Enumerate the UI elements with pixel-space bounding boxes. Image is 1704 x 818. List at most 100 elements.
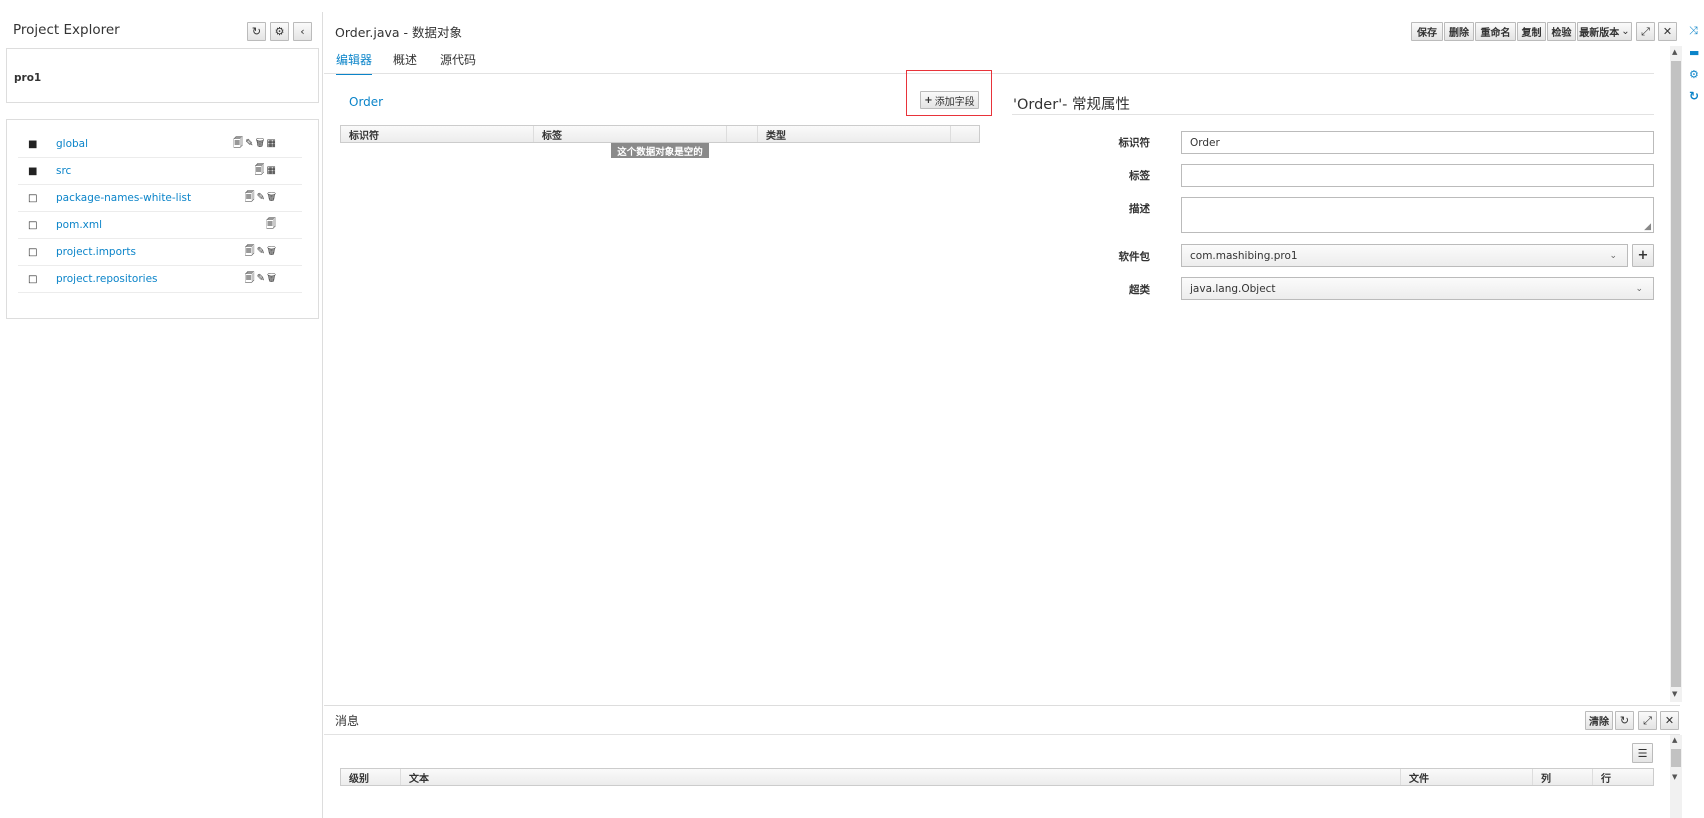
folder-icon: ■ xyxy=(28,138,38,150)
label-input[interactable] xyxy=(1181,164,1654,187)
expand-icon: ⤢ xyxy=(1641,24,1650,38)
explorer-collapse-button[interactable]: ‹ xyxy=(293,22,312,41)
project-name[interactable]: pro1 xyxy=(14,72,41,84)
package-value: com.mashibing.pro1 xyxy=(1190,249,1298,262)
expand-icon: ⤢ xyxy=(1643,713,1652,727)
latest-version-label: 最新版本 xyxy=(1579,28,1620,39)
package-select[interactable]: com.mashibing.pro1 ⌄ xyxy=(1181,244,1628,267)
column-text[interactable]: 文本 xyxy=(401,769,1401,785)
sync-icon[interactable]: ↻ xyxy=(1689,89,1699,103)
column-label[interactable]: 标签 xyxy=(534,126,727,142)
tree-item-actions[interactable]: 🗐✎🗑▦ xyxy=(233,136,278,153)
superclass-select[interactable]: java.lang.Object ⌄ xyxy=(1181,277,1654,300)
maximize-button[interactable]: ⤢ xyxy=(1636,22,1655,41)
scroll-down-arrow[interactable]: ▼ xyxy=(1672,690,1677,698)
refresh-messages-button[interactable]: ↻ xyxy=(1615,711,1634,730)
tree-item-actions[interactable]: 🗐✎🗑 xyxy=(245,244,278,261)
resize-handle-icon[interactable]: ◢ xyxy=(1644,222,1651,232)
maximize-messages-button[interactable]: ⤢ xyxy=(1638,711,1657,730)
close-messages-button[interactable]: ✕ xyxy=(1660,711,1679,730)
column-level[interactable]: 级别 xyxy=(341,769,401,785)
column-identifier[interactable]: 标识符 xyxy=(341,126,534,142)
column-picker-button[interactable]: ☰ xyxy=(1632,743,1653,763)
folder-icon: ■ xyxy=(28,165,38,177)
gear-icon[interactable]: ⚙ xyxy=(1689,68,1699,81)
properties-title: 'Order'- 常规属性 xyxy=(1013,97,1131,113)
file-icon: □ xyxy=(28,192,38,204)
column-blank xyxy=(727,126,758,142)
validate-button[interactable]: 检验 xyxy=(1547,22,1576,41)
tree-item-global[interactable]: ■ global 🗐✎🗑▦ xyxy=(18,131,302,158)
tree-item-label[interactable]: project.repositories xyxy=(56,273,158,285)
identifier-label: 标识符 xyxy=(1118,137,1151,149)
explorer-refresh-button[interactable]: ↻ xyxy=(247,22,266,41)
superclass-label: 超类 xyxy=(1129,284,1150,296)
column-type[interactable]: 类型 xyxy=(758,126,951,142)
description-textarea[interactable]: ◢ xyxy=(1181,197,1654,233)
messages-table-header: 级别 文本 文件 列 行 xyxy=(340,768,1654,786)
tree-item-label[interactable]: package-names-white-list xyxy=(56,192,191,204)
tree-item-label[interactable]: src xyxy=(56,165,71,177)
tree-item-project-repositories[interactable]: □ project.repositories 🗐✎🗑 xyxy=(18,266,302,293)
latest-version-dropdown[interactable]: 最新版本 ⌄ xyxy=(1577,22,1632,41)
tree-item-actions[interactable]: 🗐▦ xyxy=(255,163,278,180)
explorer-settings-button[interactable]: ⚙ xyxy=(270,22,289,41)
column-file[interactable]: 文件 xyxy=(1401,769,1533,785)
empty-table-message: 这个数据对象是空的 xyxy=(611,143,709,158)
right-rail: ⤨ ▬ ⚙ ↻ xyxy=(1686,18,1704,118)
tree-item-label[interactable]: global xyxy=(56,138,88,150)
add-field-label: 添加字段 xyxy=(934,96,975,108)
close-icon: ✕ xyxy=(1664,714,1675,727)
messages-top-divider xyxy=(324,705,1680,706)
column-col[interactable]: 列 xyxy=(1533,769,1593,785)
tree-item-actions[interactable]: 🗐✎🗑 xyxy=(245,190,278,207)
scroll-down-arrow[interactable]: ▼ xyxy=(1672,773,1677,781)
explorer-title: Project Explorer xyxy=(13,22,120,38)
tree-item-actions[interactable]: 🗐 xyxy=(266,217,278,234)
tab-2[interactable]: 源代码 xyxy=(440,51,476,73)
scroll-up-arrow[interactable]: ▲ xyxy=(1672,736,1677,744)
close-editor-button[interactable]: ✕ xyxy=(1658,22,1677,41)
add-field-button[interactable]: + 添加字段 xyxy=(920,91,979,109)
tree-item-label[interactable]: pom.xml xyxy=(56,219,102,231)
chevron-down-icon: ⌄ xyxy=(1621,26,1630,37)
delete-button[interactable]: 删除 xyxy=(1444,22,1474,41)
scrollbar-thumb[interactable] xyxy=(1671,61,1681,687)
tree-item-project-imports[interactable]: □ project.imports 🗐✎🗑 xyxy=(18,239,302,266)
shuffle-icon[interactable]: ⤨ xyxy=(1689,24,1698,38)
tree-item-label[interactable]: project.imports xyxy=(56,246,136,258)
list-icon: ☰ xyxy=(1637,746,1648,760)
tree-item-actions[interactable]: 🗐✎🗑 xyxy=(245,271,278,288)
briefcase-icon[interactable]: ▬ xyxy=(1689,46,1699,59)
close-icon: ✕ xyxy=(1662,25,1673,38)
tree-item-pom-xml[interactable]: □ pom.xml 🗐 xyxy=(18,212,302,239)
column-row[interactable]: 行 xyxy=(1593,769,1655,785)
chevron-down-icon: ⌄ xyxy=(1635,283,1643,294)
rename-button[interactable]: 重命名 xyxy=(1475,22,1516,41)
scroll-up-arrow[interactable]: ▲ xyxy=(1672,48,1677,56)
scrollbar-thumb[interactable] xyxy=(1671,749,1681,767)
messages-title: 消息 xyxy=(335,714,360,728)
properties-divider xyxy=(1012,114,1654,115)
tab-0[interactable]: 编辑器 xyxy=(336,51,373,75)
label-label: 标签 xyxy=(1129,170,1150,182)
editor-scrollbar[interactable]: ▲ ▼ xyxy=(1670,46,1682,702)
package-label: 软件包 xyxy=(1118,251,1151,263)
messages-scrollbar[interactable]: ▲ ▼ xyxy=(1670,735,1682,818)
tree-item-package-names-white-list[interactable]: □ package-names-white-list 🗐✎🗑 xyxy=(18,185,302,212)
object-name[interactable]: Order xyxy=(349,95,383,109)
identifier-input[interactable]: Order xyxy=(1181,131,1654,154)
clear-messages-button[interactable]: 清除 xyxy=(1585,711,1613,730)
tab-1[interactable]: 概述 xyxy=(393,51,417,73)
copy-button[interactable]: 复制 xyxy=(1517,22,1546,41)
refresh-icon: ↻ xyxy=(1619,714,1630,727)
add-package-button[interactable]: + xyxy=(1632,244,1654,267)
file-icon: □ xyxy=(28,246,38,258)
tree-item-src[interactable]: ■ src 🗐▦ xyxy=(18,158,302,185)
chevron-left-icon: ‹ xyxy=(300,25,305,38)
chevron-down-icon: ⌄ xyxy=(1609,250,1617,261)
description-label: 描述 xyxy=(1129,203,1150,215)
editor-title: Order.java - 数据对象 xyxy=(335,25,462,40)
save-button[interactable]: 保存 xyxy=(1411,22,1443,41)
panel-divider[interactable] xyxy=(322,12,323,818)
